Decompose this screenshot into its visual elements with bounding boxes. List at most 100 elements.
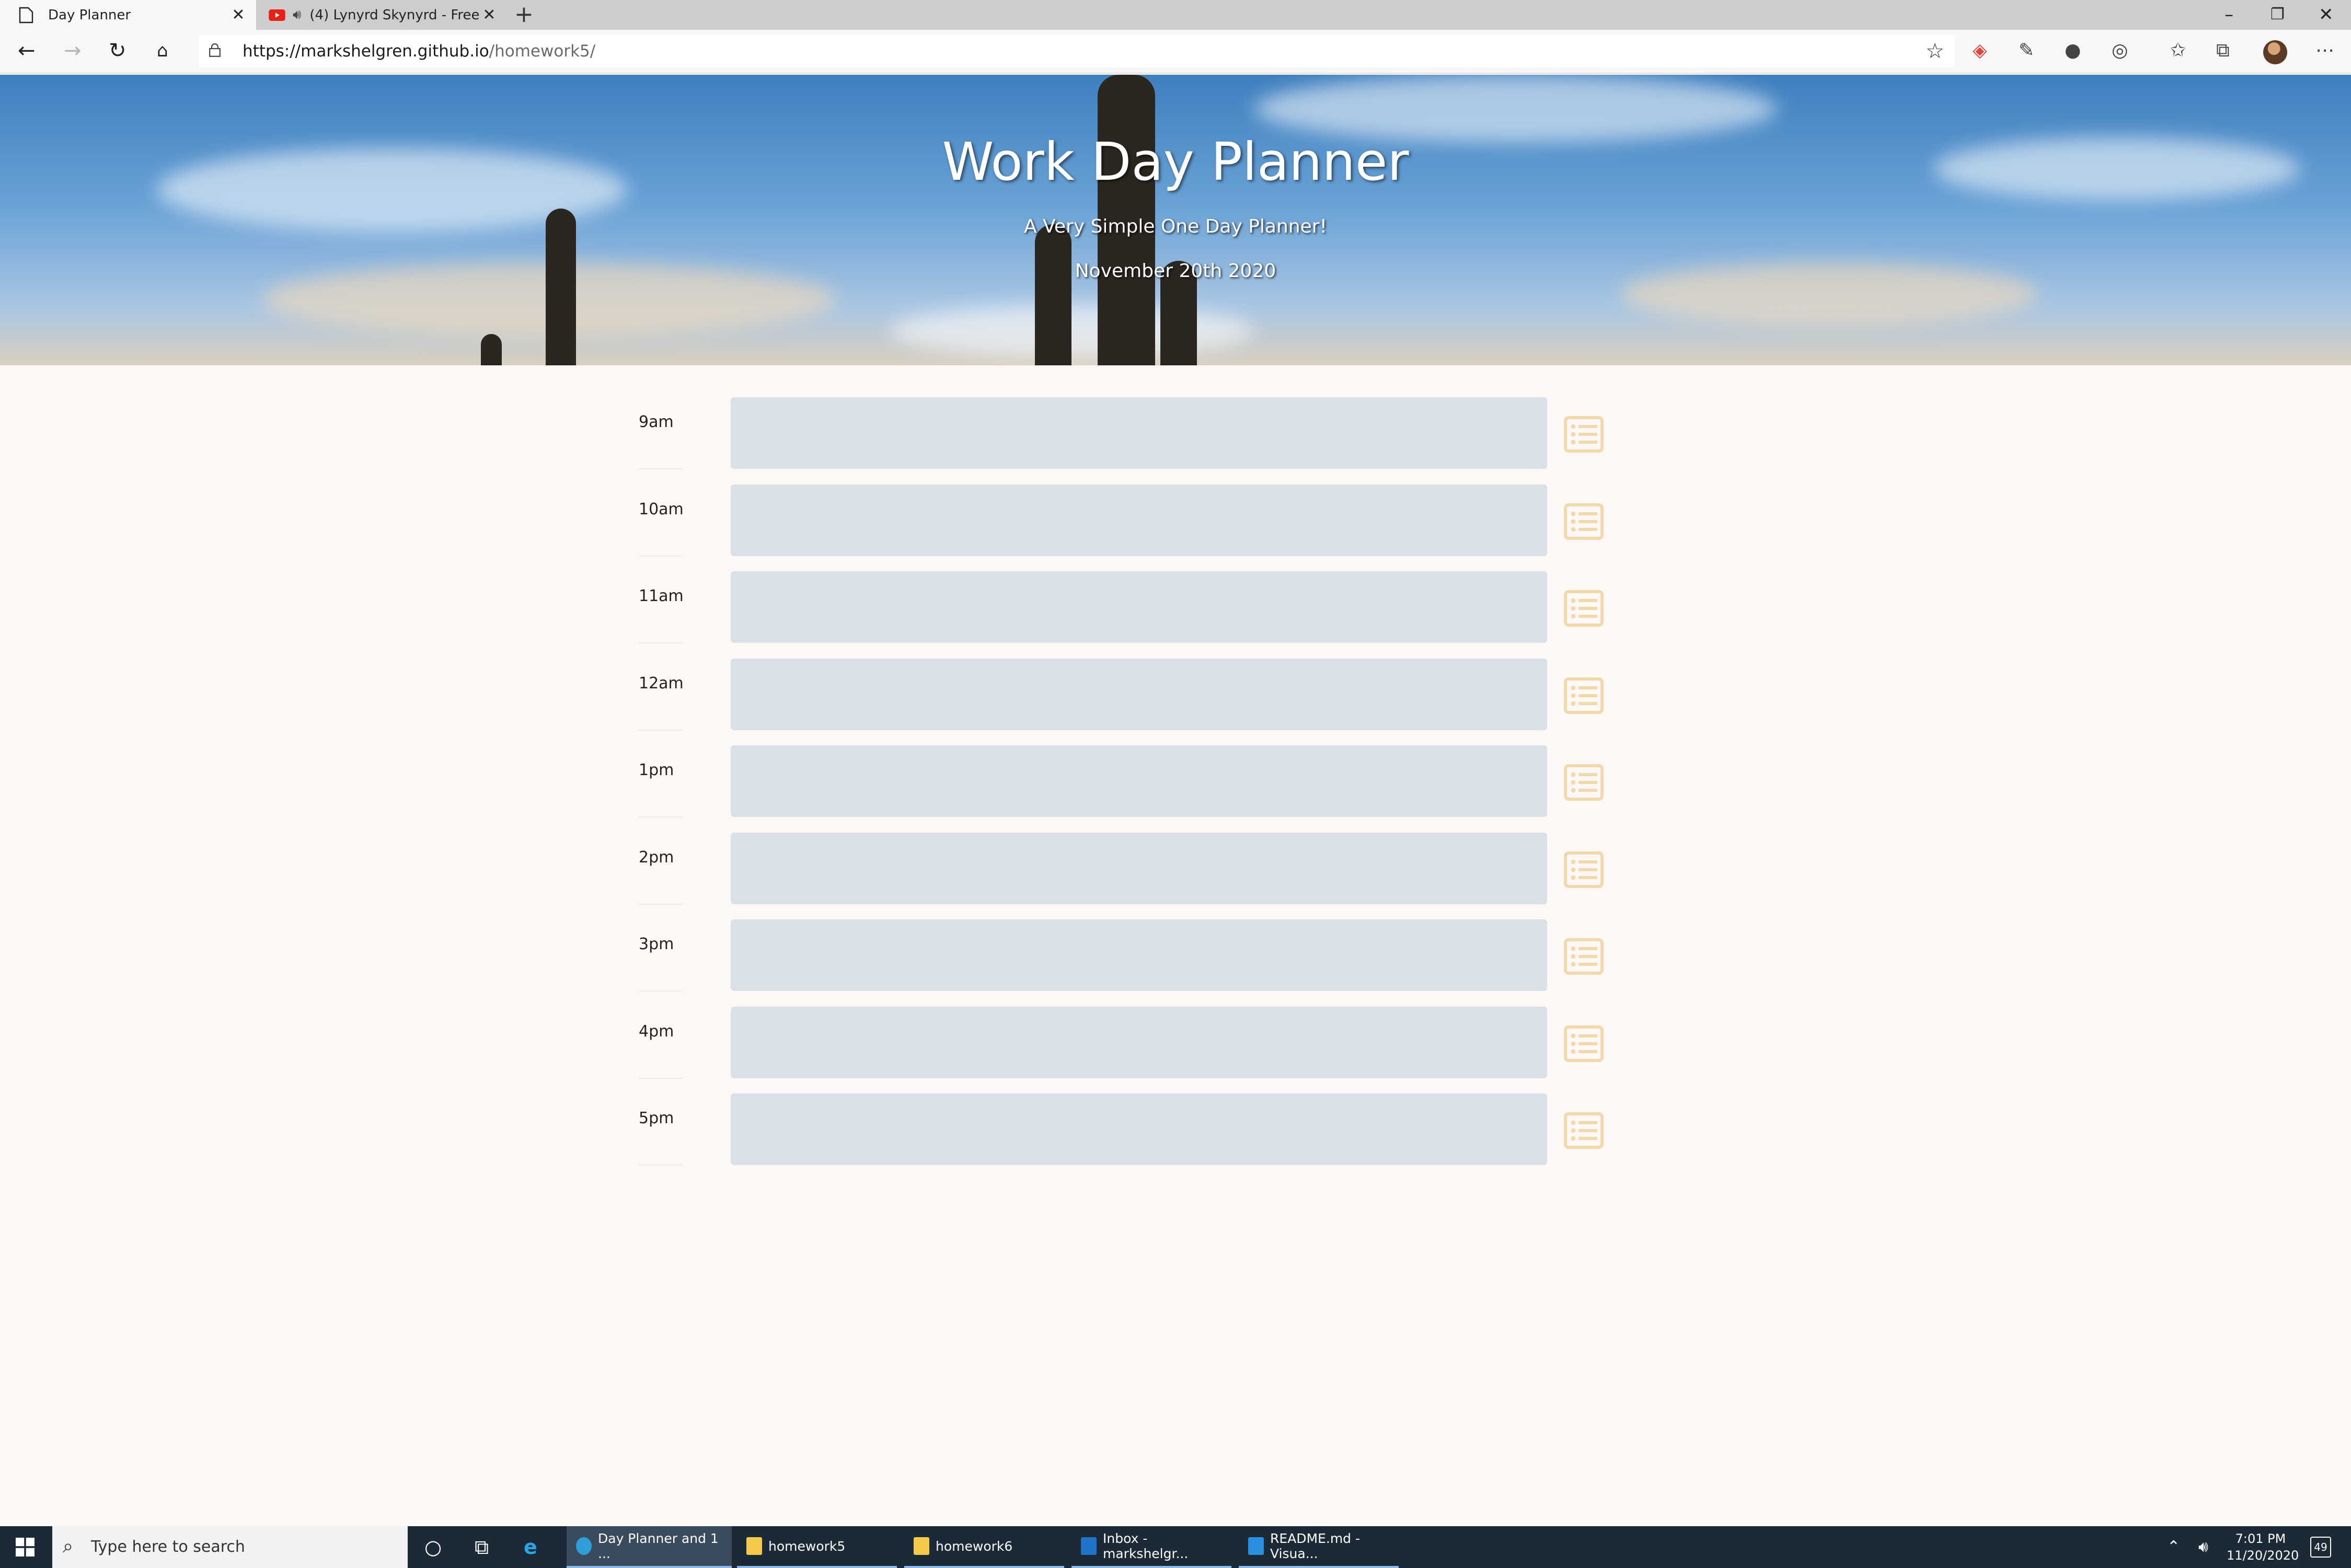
restore-icon[interactable]: ❐ xyxy=(2271,3,2285,26)
time-block: 12am xyxy=(639,658,1632,746)
save-list-icon[interactable] xyxy=(1564,416,1604,453)
url-text: https://markshelgren.github.io/homework5… xyxy=(243,42,595,61)
taskbar-app-outlook[interactable]: Inbox - markshelgr... xyxy=(1071,1526,1231,1568)
cactus-silhouette xyxy=(1035,224,1071,365)
tab-title: Day Planner xyxy=(48,7,131,23)
hour-label: 11am xyxy=(639,587,684,643)
cactus-silhouette xyxy=(481,334,502,365)
hour-label: 1pm xyxy=(639,761,683,817)
taskbar-app-label: Inbox - markshelgr... xyxy=(1103,1531,1189,1561)
address-bar: ← → ↻ ⌂ https://markshelgren.github.io/h… xyxy=(0,30,2351,74)
taskbar-app-homework5[interactable]: homework5 xyxy=(737,1526,897,1568)
page-title: Work Day Planner xyxy=(942,131,1409,192)
windows-start-icon[interactable] xyxy=(16,1538,34,1557)
home-icon[interactable]: ⌂ xyxy=(157,38,168,63)
extension-icon[interactable]: ◎ xyxy=(2112,38,2128,63)
time-block: 5pm xyxy=(639,1093,1632,1181)
notification-center-icon[interactable]: 49 xyxy=(2310,1537,2331,1558)
folder-icon xyxy=(914,1537,929,1555)
time-block: 2pm xyxy=(639,832,1632,920)
volume-icon[interactable]: 🔊︎ xyxy=(2198,1536,2208,1559)
system-clock[interactable]: 7:01 PM 11/20/2020 xyxy=(2227,1530,2299,1564)
event-input[interactable] xyxy=(731,919,1547,991)
planner: 9am 10am 11am 12am 1pm 2pm 3pm 4pm 5pm xyxy=(639,397,1632,1181)
hour-label: 3pm xyxy=(639,935,683,991)
time-block: 9am xyxy=(639,397,1632,485)
notification-count: 49 xyxy=(2314,1541,2327,1553)
save-list-icon[interactable] xyxy=(1564,938,1604,975)
event-input[interactable] xyxy=(731,571,1547,643)
favorites-icon[interactable]: ✩ xyxy=(2170,38,2186,63)
taskbar-search[interactable]: ⌕ Type here to search xyxy=(52,1526,408,1568)
extension-icon[interactable]: ● xyxy=(2065,38,2081,63)
search-icon: ⌕ xyxy=(63,1536,74,1557)
forward-icon[interactable]: → xyxy=(64,38,82,63)
url-path: /homework5/ xyxy=(489,42,596,61)
new-tab-icon[interactable]: + xyxy=(514,3,534,26)
internet-explorer-icon[interactable]: e xyxy=(524,1536,537,1559)
url-field[interactable]: https://markshelgren.github.io/homework5… xyxy=(199,35,1955,67)
save-list-icon[interactable] xyxy=(1564,590,1604,627)
clock-time: 7:01 PM xyxy=(2235,1531,2286,1546)
taskbar-app-homework6[interactable]: homework6 xyxy=(904,1526,1064,1568)
event-input[interactable] xyxy=(731,484,1547,556)
taskbar-app-vscode[interactable]: README.md - Visua... xyxy=(1239,1526,1399,1568)
show-hidden-icons[interactable]: ⌃ xyxy=(2167,1536,2180,1559)
favorite-star-icon[interactable]: ☆ xyxy=(1926,39,1944,63)
save-list-icon[interactable] xyxy=(1564,764,1604,801)
back-icon[interactable]: ← xyxy=(18,38,36,63)
minimize-icon[interactable]: – xyxy=(2225,3,2233,26)
url-host: https://markshelgren.github.io xyxy=(243,42,489,61)
event-input[interactable] xyxy=(731,658,1547,730)
tab-title: (4) Lynyrd Skynyrd - Free Bi xyxy=(309,7,479,23)
save-list-icon[interactable] xyxy=(1564,503,1604,540)
page-header: Work Day Planner A Very Simple One Day P… xyxy=(0,75,2351,365)
event-input[interactable] xyxy=(731,745,1547,817)
event-input[interactable] xyxy=(731,1006,1547,1078)
save-list-icon[interactable] xyxy=(1564,1025,1604,1062)
close-window-icon[interactable]: ✕ xyxy=(2319,3,2334,26)
hour-label: 5pm xyxy=(639,1109,683,1166)
vscode-icon xyxy=(1248,1537,1264,1555)
time-block: 1pm xyxy=(639,745,1632,833)
page-subtitle: A Very Simple One Day Planner! xyxy=(1023,216,1328,237)
outlook-icon xyxy=(1081,1537,1097,1555)
event-input[interactable] xyxy=(731,1093,1547,1165)
save-list-icon[interactable] xyxy=(1564,1112,1604,1149)
close-tab-icon[interactable]: ✕ xyxy=(479,6,500,24)
edge-icon xyxy=(576,1537,592,1555)
speaker-icon[interactable]: 🔊︎ xyxy=(293,7,301,23)
extension-icon[interactable]: ◈ xyxy=(1973,38,1987,63)
time-block: 4pm xyxy=(639,1006,1632,1094)
search-placeholder: Type here to search xyxy=(91,1538,245,1556)
hour-label: 10am xyxy=(639,500,684,557)
refresh-icon[interactable]: ↻ xyxy=(109,38,126,63)
taskbar-app-edge[interactable]: Day Planner and 1 ... xyxy=(567,1526,732,1568)
tab-youtube[interactable]: 🔊︎ (4) Lynyrd Skynyrd - Free Bi ✕ xyxy=(257,0,507,30)
profile-avatar[interactable] xyxy=(2263,40,2287,64)
event-input[interactable] xyxy=(731,397,1547,469)
time-block: 3pm xyxy=(639,919,1632,1007)
collections-icon[interactable]: ⧉ xyxy=(2216,38,2230,63)
current-date: November 20th 2020 xyxy=(1075,260,1276,282)
save-list-icon[interactable] xyxy=(1564,851,1604,888)
close-tab-icon[interactable]: ✕ xyxy=(228,6,249,24)
tab-day-planner[interactable]: Day Planner ✕ xyxy=(0,0,256,30)
extension-icon[interactable]: ✎ xyxy=(2019,38,2034,63)
event-input[interactable] xyxy=(731,832,1547,904)
lock-icon xyxy=(209,43,221,57)
taskbar: ⌕ Type here to search ○ ⧉ e Day Planner … xyxy=(0,1526,2351,1568)
hour-label: 12am xyxy=(639,674,684,731)
hour-label: 4pm xyxy=(639,1022,683,1079)
tab-strip: Day Planner ✕ 🔊︎ (4) Lynyrd Skynyrd - Fr… xyxy=(0,0,2351,30)
taskbar-app-label: README.md - Visua... xyxy=(1270,1531,1361,1561)
hour-label: 9am xyxy=(639,413,683,469)
cortana-icon[interactable]: ○ xyxy=(424,1536,442,1559)
task-view-icon[interactable]: ⧉ xyxy=(475,1536,489,1559)
taskbar-app-label: homework5 xyxy=(768,1538,846,1554)
more-menu-icon[interactable]: ⋯ xyxy=(2315,38,2334,63)
hour-label: 2pm xyxy=(639,848,683,905)
taskbar-app-label: homework6 xyxy=(936,1538,1013,1554)
save-list-icon[interactable] xyxy=(1564,677,1604,714)
taskbar-app-label: Day Planner and 1 ... xyxy=(598,1531,719,1561)
